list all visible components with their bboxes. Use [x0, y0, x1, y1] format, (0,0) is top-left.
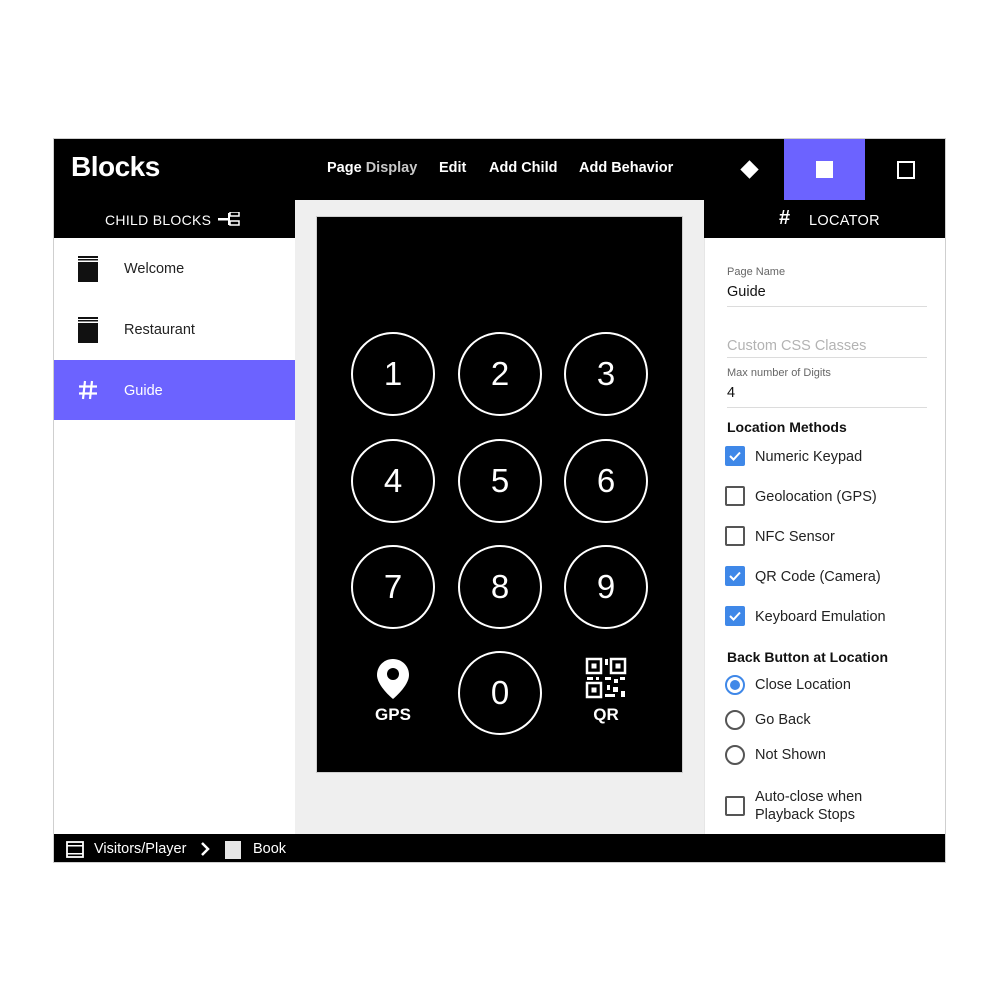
qr-button[interactable]: QR	[564, 651, 648, 735]
device-preview: 1 2 3 4 5 6 7 8 9 0 GPS QR	[316, 216, 683, 773]
map-pin-icon	[377, 659, 409, 699]
checkbox-label: Geolocation (GPS)	[755, 489, 877, 505]
css-classes-field[interactable]: Custom CSS Classes	[727, 338, 866, 354]
chevron-right-icon	[201, 842, 210, 856]
preview-canvas: 1 2 3 4 5 6 7 8 9 0 GPS QR	[295, 200, 704, 834]
menu-page-label: Page	[327, 160, 362, 176]
breadcrumb-visitors-player[interactable]: Visitors/Player	[94, 841, 186, 857]
keypad-key-3[interactable]: 3	[564, 332, 648, 416]
book-icon	[78, 256, 98, 282]
gps-button[interactable]: GPS	[351, 651, 435, 735]
keypad-key-5[interactable]: 5	[458, 439, 542, 523]
menu-add-child[interactable]: Add Child	[489, 160, 557, 176]
diamond-icon	[739, 160, 759, 179]
keypad-key-7[interactable]: 7	[351, 545, 435, 629]
menu-add-behavior[interactable]: Add Behavior	[579, 160, 673, 176]
filled-square-icon	[816, 161, 833, 178]
qr-code-icon	[585, 657, 627, 699]
max-digits-field[interactable]: 4	[727, 385, 735, 401]
child-blocks-header: CHILD BLOCKS	[54, 200, 295, 238]
radio-label: Not Shown	[755, 747, 826, 763]
tree-structure-icon[interactable]	[218, 212, 240, 226]
hash-icon: #	[779, 207, 791, 229]
auto-close-line-2: Playback Stops	[755, 807, 855, 823]
breadcrumb: Visitors/Player Book	[54, 834, 945, 862]
top-bar: Blocks Page Display Edit Add Child Add B…	[54, 139, 945, 200]
player-frame-icon	[66, 841, 84, 858]
page-name-label: Page Name	[727, 266, 786, 278]
checkbox-label: Keyboard Emulation	[755, 609, 886, 625]
list-item-restaurant[interactable]: Restaurant	[54, 299, 295, 359]
keypad-key-6[interactable]: 6	[564, 439, 648, 523]
book-icon	[78, 317, 98, 343]
back-button-title: Back Button at Location	[727, 649, 889, 665]
checkbox-auto-close[interactable]: Auto-close when Playback Stops	[725, 788, 940, 828]
checkbox-label: QR Code (Camera)	[755, 569, 881, 585]
checkbox-icon	[725, 446, 745, 466]
checkbox-keyboard-emulation[interactable]: Keyboard Emulation	[725, 606, 940, 628]
list-item-label: Guide	[124, 383, 163, 399]
hash-icon	[79, 380, 97, 400]
breadcrumb-book[interactable]: Book	[253, 841, 286, 857]
app-logo: Blocks	[71, 151, 160, 182]
max-digits-label: Max number of Digits	[727, 367, 831, 379]
checkbox-label: Auto-close when Playback Stops	[755, 788, 862, 824]
locator-title: LOCATOR	[809, 213, 880, 229]
list-item-guide[interactable]: Guide	[54, 360, 295, 420]
checkbox-icon	[725, 486, 745, 506]
location-methods-title: Location Methods	[727, 419, 847, 435]
checkbox-numeric-keypad[interactable]: Numeric Keypad	[725, 446, 940, 468]
keypad-key-9[interactable]: 9	[564, 545, 648, 629]
checkbox-nfc-sensor[interactable]: NFC Sensor	[725, 526, 940, 548]
child-blocks-list: Welcome Restaurant Guide	[54, 238, 295, 834]
page-name-field[interactable]: Guide	[727, 284, 766, 300]
list-item-welcome[interactable]: Welcome	[54, 238, 295, 298]
gps-label: GPS	[375, 705, 411, 724]
radio-icon	[725, 710, 745, 730]
radio-icon	[725, 745, 745, 765]
keypad-key-4[interactable]: 4	[351, 439, 435, 523]
checkbox-icon	[725, 796, 745, 816]
app-window: Blocks Page Display Edit Add Child Add B…	[53, 138, 946, 863]
qr-label: QR	[593, 705, 619, 724]
divider	[727, 407, 927, 408]
checkbox-geolocation[interactable]: Geolocation (GPS)	[725, 486, 940, 508]
list-item-label: Welcome	[124, 261, 185, 277]
properties-panel: Page Name Guide Custom CSS Classes Max n…	[704, 238, 945, 834]
locator-header: # LOCATOR	[704, 200, 945, 238]
keypad-key-1[interactable]: 1	[351, 332, 435, 416]
menu-edit[interactable]: Edit	[439, 160, 466, 176]
child-blocks-title: CHILD BLOCKS	[105, 212, 212, 228]
keypad-key-0[interactable]: 0	[458, 651, 542, 735]
auto-close-line-1: Auto-close when	[755, 789, 863, 805]
keypad-key-8[interactable]: 8	[458, 545, 542, 629]
outline-square-mode-button[interactable]	[865, 139, 945, 200]
divider	[727, 306, 927, 307]
radio-label: Go Back	[755, 712, 811, 728]
checkbox-qr-code[interactable]: QR Code (Camera)	[725, 566, 940, 588]
book-icon	[225, 841, 241, 859]
diamond-mode-button[interactable]	[714, 139, 784, 200]
checkbox-label: NFC Sensor	[755, 529, 835, 545]
checkbox-icon	[725, 566, 745, 586]
menu-page-display[interactable]: Page Display	[327, 160, 417, 176]
checkbox-icon	[725, 606, 745, 626]
menu-display-label: Display	[365, 160, 418, 176]
checkbox-label: Numeric Keypad	[755, 449, 863, 465]
divider	[727, 357, 927, 358]
radio-icon	[725, 675, 745, 695]
list-item-label: Restaurant	[124, 322, 195, 338]
radio-go-back[interactable]: Go Back	[725, 710, 940, 732]
radio-close-location[interactable]: Close Location	[725, 675, 940, 697]
checkbox-icon	[725, 526, 745, 546]
radio-label: Close Location	[755, 677, 851, 693]
outline-square-icon	[897, 160, 915, 179]
radio-not-shown[interactable]: Not Shown	[725, 745, 940, 767]
keypad-key-2[interactable]: 2	[458, 332, 542, 416]
filled-square-mode-button[interactable]	[784, 139, 865, 200]
